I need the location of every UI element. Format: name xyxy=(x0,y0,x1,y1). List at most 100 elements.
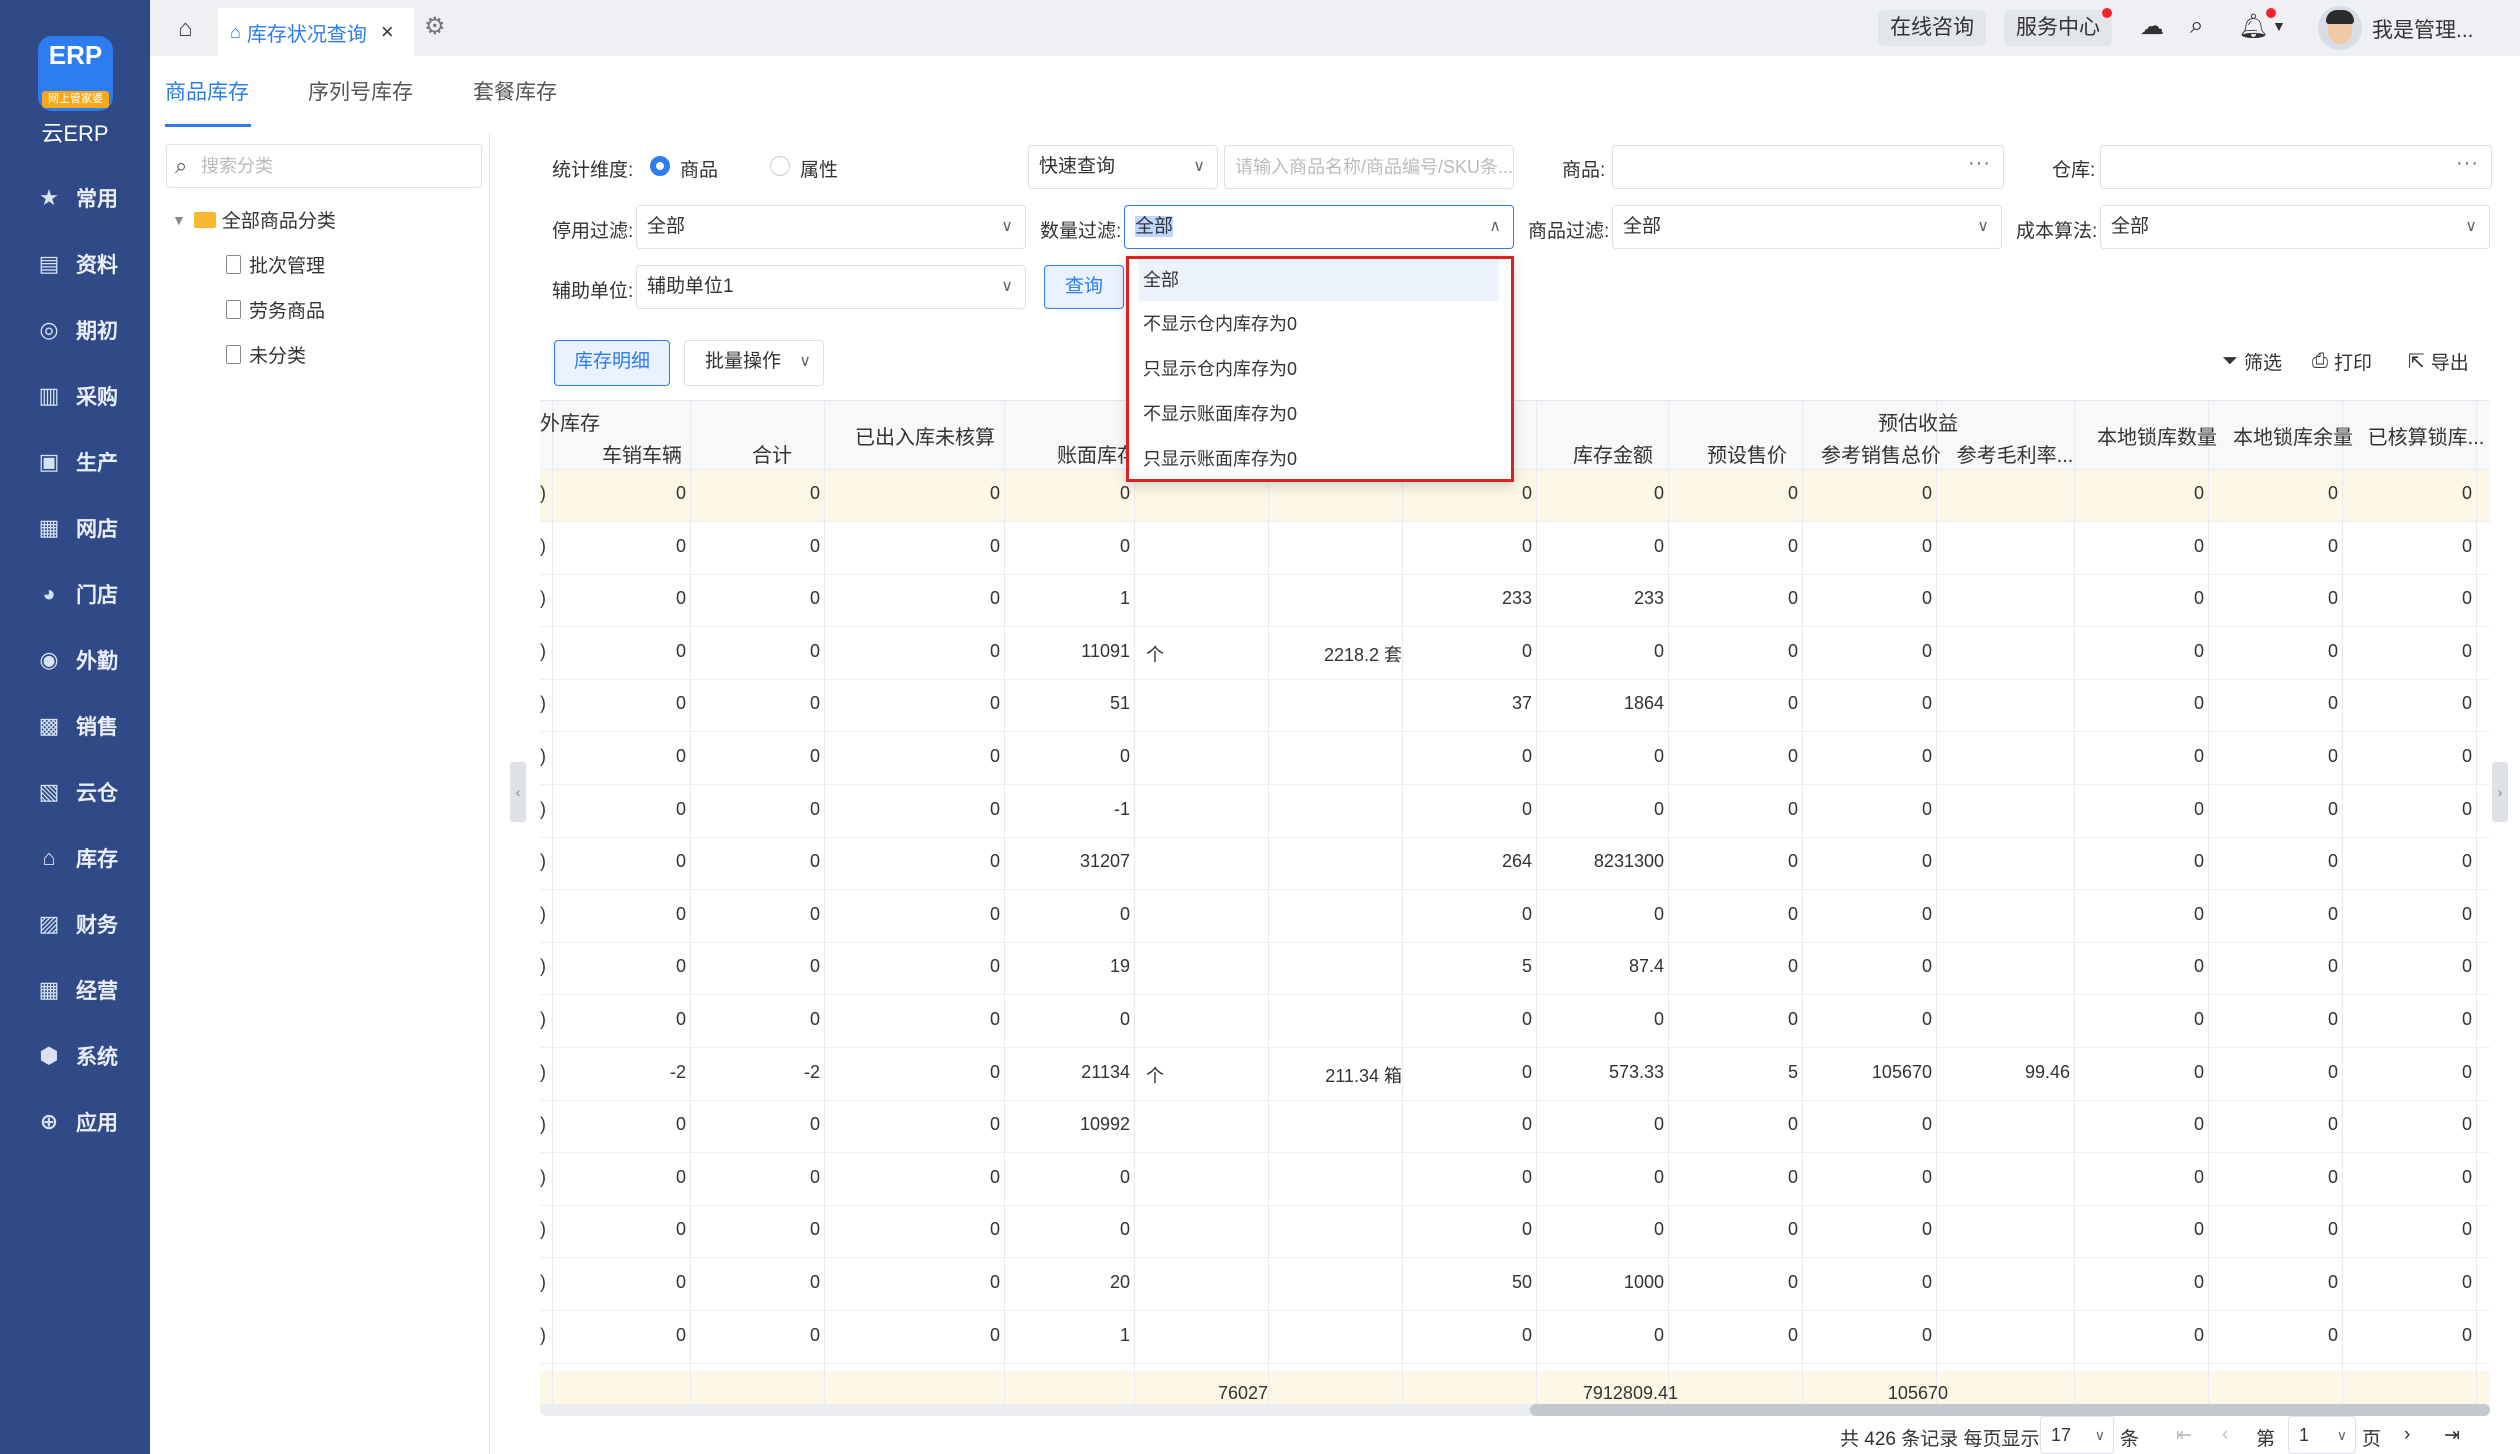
nav-item-8[interactable]: ▩ 销售 xyxy=(0,698,150,754)
horizontal-scrollbar[interactable] xyxy=(540,1404,2490,1416)
subtab-package-stock[interactable]: 套餐库存 xyxy=(473,76,557,106)
column-header[interactable]: 库存金额 xyxy=(1548,439,1678,468)
stock-detail-button[interactable]: 库存明细 xyxy=(554,340,670,386)
quick-query-select[interactable]: 快速查询 ∨ xyxy=(1028,145,1218,189)
table-row[interactable]: ) 0 0 0 1 233 233 0 0 0 0 0 xyxy=(540,574,2490,628)
page-size-select[interactable]: 17 ∨ xyxy=(2040,1416,2114,1454)
nav-item-4[interactable]: ▣ 生产 xyxy=(0,434,150,490)
product-field[interactable]: ··· xyxy=(1612,145,2004,189)
tab-inventory-status[interactable]: ⌂ 库存状况查询 × xyxy=(218,8,414,56)
cost-method-select[interactable]: 全部 ∨ xyxy=(2100,205,2490,249)
table-row[interactable]: ) 0 0 0 10992 0 0 0 0 0 0 0 xyxy=(540,1100,2490,1154)
dropdown-option-hide-book-zero[interactable]: 不显示账面库存为0 xyxy=(1139,393,1499,435)
category-search[interactable]: ⌕ xyxy=(166,144,482,188)
radio-attribute-label[interactable]: 属性 xyxy=(800,155,838,182)
collapse-right-handle[interactable]: › xyxy=(2492,762,2508,822)
nav-item-2[interactable]: ◎ 期初 xyxy=(0,302,150,358)
column-header[interactable]: 已出入库未核算 xyxy=(820,421,1030,450)
print-button[interactable]: ⎙ 打印 xyxy=(2312,348,2372,375)
radio-attribute[interactable] xyxy=(770,156,790,176)
tree-item-batch[interactable]: 批次管理 xyxy=(226,251,325,278)
category-search-input[interactable] xyxy=(201,153,471,179)
last-page-icon[interactable]: ⇥ xyxy=(2444,1424,2460,1447)
more-icon[interactable]: ··· xyxy=(2456,146,2479,184)
close-icon[interactable]: × xyxy=(381,19,394,45)
table-row[interactable]: ) 0 0 0 51 37 1864 0 0 0 0 0 xyxy=(540,679,2490,733)
table-row[interactable]: ) 0 0 0 0 0 0 0 0 0 0 0 xyxy=(540,1205,2490,1259)
nav-item-9[interactable]: ▧ 云仓 xyxy=(0,764,150,820)
first-page-icon[interactable]: ⇤ xyxy=(2176,1424,2192,1447)
table-row[interactable]: ) 0 0 0 19 5 87.4 0 0 0 0 0 xyxy=(540,942,2490,996)
product-search-input[interactable]: 请输入商品名称/商品编号/SKU条... xyxy=(1224,145,1514,189)
nav-item-5[interactable]: ▦ 网店 xyxy=(0,500,150,556)
table-row[interactable]: ) 0 0 0 31207 264 8231300 0 0 0 0 0 xyxy=(540,837,2490,891)
table-row[interactable]: ) 0 0 0 11091 个 2218.2 套 0 0 0 0 0 0 0 xyxy=(540,627,2490,680)
dropdown-option-only-warehouse-zero[interactable]: 只显示仓内库存为0 xyxy=(1139,348,1499,390)
tree-item-service[interactable]: 劳务商品 xyxy=(226,296,325,323)
dropdown-option-all[interactable]: 全部 xyxy=(1139,259,1499,301)
table-row[interactable]: ) 0 0 0 0 0 0 0 0 0 0 0 xyxy=(540,469,2490,522)
query-button[interactable]: 查询 xyxy=(1044,265,1124,309)
nav-item-11[interactable]: ▨ 财务 xyxy=(0,896,150,952)
table-row[interactable]: ) 0 0 0 1 0 0 0 0 0 0 0 xyxy=(540,1311,2490,1364)
column-header[interactable]: 参考销售总价 xyxy=(1816,439,1946,468)
warehouse-field[interactable]: ··· xyxy=(2100,145,2492,189)
page-number-select[interactable]: 1 ∨ xyxy=(2288,1416,2356,1454)
table-row[interactable]: ) 0 0 0 20 50 1000 0 0 0 0 0 xyxy=(540,1258,2490,1311)
product-filter-select[interactable]: 全部 ∨ xyxy=(1612,205,2002,249)
nav-item-1[interactable]: ▤ 资料 xyxy=(0,236,150,292)
home-icon[interactable]: ⌂ xyxy=(178,15,193,43)
table-row[interactable]: ) 0 0 0 0 0 0 0 0 0 0 0 xyxy=(540,890,2490,943)
bell-icon[interactable]: 🔔︎ xyxy=(2238,12,2268,41)
table-row[interactable]: ) 0 0 0 0 0 0 0 0 0 0 0 xyxy=(540,995,2490,1048)
table-row[interactable]: ) 0 0 0 0 0 0 0 0 0 0 0 xyxy=(540,732,2490,785)
scroll-thumb[interactable] xyxy=(1530,1404,2490,1416)
next-page-icon[interactable]: › xyxy=(2404,1424,2410,1446)
search-icon[interactable]: ⌕ xyxy=(2190,12,2203,40)
caret-down-icon[interactable]: ▼ xyxy=(2272,18,2286,34)
batch-operation-button[interactable]: 批量操作 ∨ xyxy=(684,340,824,386)
column-header[interactable]: 合计 xyxy=(712,439,832,468)
tree-root[interactable]: ▼ 全部商品分类 xyxy=(172,206,336,233)
avatar[interactable] xyxy=(2318,6,2362,50)
nav-item-12[interactable]: ▦ 经营 xyxy=(0,962,150,1018)
column-header[interactable]: 车销车辆 xyxy=(582,439,702,468)
table-row[interactable]: ) 0 0 0 -1 0 0 0 0 0 0 0 xyxy=(540,785,2490,838)
service-center-button[interactable]: 服务中心 xyxy=(2004,10,2112,46)
more-icon[interactable]: ··· xyxy=(1968,146,1991,184)
column-header[interactable]: 预设售价 xyxy=(1682,439,1812,468)
table-row[interactable]: ) 0 0 0 0 0 0 0 0 0 0 0 xyxy=(540,1153,2490,1206)
disable-filter-select[interactable]: 全部 ∨ xyxy=(636,205,1026,249)
radio-product-label[interactable]: 商品 xyxy=(680,155,718,182)
nav-item-14[interactable]: ⊕ 应用 xyxy=(0,1094,150,1150)
aux-unit-select[interactable]: 辅助单位1 ∨ xyxy=(636,265,1026,309)
export-button[interactable]: ⇱ 导出 xyxy=(2408,348,2469,375)
cloud-download-icon[interactable]: ☁ xyxy=(2140,12,2164,41)
column-header[interactable]: 已核算锁库... xyxy=(2362,421,2490,450)
subtab-product-stock[interactable]: 商品库存 xyxy=(165,76,249,106)
table-row[interactable]: ) -2 -2 0 21134 个 211.34 箱 0 573.33 5 105670 99.46 0… xyxy=(540,1048,2490,1101)
gear-icon[interactable]: ⚙ xyxy=(424,12,446,41)
tree-item-uncategorized[interactable]: 未分类 xyxy=(226,341,306,368)
nav-item-0[interactable]: ★ 常用 xyxy=(0,170,150,226)
radio-product[interactable] xyxy=(650,156,670,176)
caret-down-icon[interactable]: ▼ xyxy=(172,212,186,228)
user-name[interactable]: 我是管理... xyxy=(2372,14,2474,44)
nav-item-7[interactable]: ◉ 外勤 xyxy=(0,632,150,688)
subtab-serial-stock[interactable]: 序列号库存 xyxy=(308,76,413,106)
dropdown-option-hide-warehouse-zero[interactable]: 不显示仓内库存为0 xyxy=(1139,303,1499,345)
table-row[interactable]: ) 0 0 0 0 0 0 0 0 0 0 0 xyxy=(540,522,2490,575)
nav-item-13[interactable]: ⬢ 系统 xyxy=(0,1028,150,1084)
column-header[interactable]: 本地锁库余量 xyxy=(2228,421,2358,450)
nav-item-10[interactable]: ⌂ 库存 xyxy=(0,830,150,886)
prev-page-icon[interactable]: ‹ xyxy=(2222,1424,2228,1446)
column-header[interactable]: 本地锁库数量 xyxy=(2092,421,2222,450)
nav-item-6[interactable]: ◕ 门店 xyxy=(0,566,150,622)
filter-button[interactable]: ⏷ 筛选 xyxy=(2222,348,2282,375)
online-consult-button[interactable]: 在线咨询 xyxy=(1878,10,1986,46)
dropdown-option-only-book-zero[interactable]: 只显示账面库存为0 xyxy=(1139,438,1499,480)
column-header[interactable]: 参考毛利率... xyxy=(1950,439,2080,468)
collapse-left-handle[interactable]: ‹ xyxy=(510,762,526,822)
qty-filter-select[interactable]: 全部 ∧ xyxy=(1124,205,1514,249)
nav-item-3[interactable]: ▥ 采购 xyxy=(0,368,150,424)
